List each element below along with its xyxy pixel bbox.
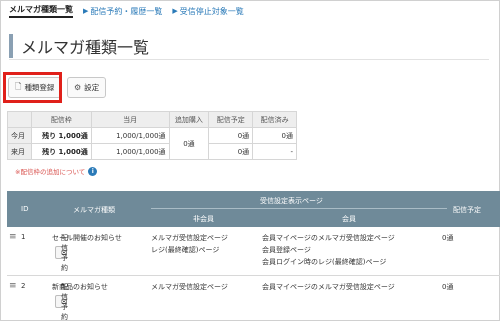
tab-label: 受信停止対象一覧 bbox=[179, 6, 244, 16]
schedule-send-label: 配信予約 bbox=[61, 282, 68, 321]
quota-remaining: 残り 1,000通 bbox=[42, 131, 88, 140]
page-header: メルマガ種類一覧 bbox=[9, 32, 489, 60]
highlight-box bbox=[3, 72, 62, 103]
non-member-page: メルマガ受信設定ページ bbox=[151, 234, 228, 242]
tab-delivery-history[interactable]: ▶ 配信予約・履歴一覧 bbox=[83, 6, 162, 17]
row-scheduled: 0通 bbox=[442, 234, 454, 242]
header-id: ID bbox=[21, 205, 29, 213]
arrow-right-icon: ▶ bbox=[172, 7, 178, 15]
table-row: ≡ 2 新商品のお知らせ ✉ 配信予約 メルマガ受信設定ページ 会員マイページの… bbox=[7, 276, 500, 321]
page-title: メルマガ種類一覧 bbox=[21, 37, 150, 57]
header-divider bbox=[151, 208, 447, 209]
quota-header-additional: 追加購入 bbox=[168, 111, 210, 128]
quota-table: 配信枠 当月 追加購入 配信予定 配信済み 今月 残り 1,000通 1,000… bbox=[7, 111, 297, 160]
header-type: メルマガ種類 bbox=[73, 206, 115, 214]
additional-quota-note[interactable]: ※配信枠の追加について i bbox=[15, 166, 98, 176]
quota-current: 1,000/1,000通 bbox=[90, 143, 170, 160]
quota-additional: 0通 bbox=[168, 127, 210, 160]
quota-sent: - bbox=[252, 143, 297, 160]
quota-row-label: 今月 bbox=[7, 127, 32, 144]
tab-label: メルマガ種類一覧 bbox=[9, 5, 73, 14]
quota-row: 来月 残り 1,000通 1,000/1,000通 0通 - bbox=[7, 143, 297, 160]
tab-unsubscribe-list[interactable]: ▶ 受信停止対象一覧 bbox=[172, 6, 243, 17]
arrow-right-icon: ▶ bbox=[83, 7, 89, 15]
settings-button[interactable]: ⚙ 設定 bbox=[67, 77, 107, 98]
quota-scheduled: 0通 bbox=[208, 127, 254, 144]
quota-header-current: 当月 bbox=[90, 111, 170, 128]
tab-bar: メルマガ種類一覧 ▶ 配信予約・履歴一覧 ▶ 受信停止対象一覧 bbox=[9, 4, 244, 18]
schedule-send-label: 配信予約 bbox=[61, 233, 68, 272]
header-settings-group: 受信設定表示ページ bbox=[260, 197, 323, 205]
settings-label: 設定 bbox=[84, 83, 100, 92]
header-member: 会員 bbox=[342, 215, 356, 223]
quota-header-empty bbox=[7, 111, 32, 128]
drag-handle-icon[interactable]: ≡ bbox=[9, 281, 17, 291]
quota-header-frame: 配信枠 bbox=[30, 111, 92, 128]
header-scheduled: 配信予定 bbox=[453, 206, 481, 214]
tab-label: 配信予約・履歴一覧 bbox=[90, 6, 163, 16]
note-text: ※配信枠の追加について bbox=[15, 168, 86, 176]
member-page: 会員ログイン時のレジ(最終確認)ページ bbox=[262, 258, 387, 266]
member-page: 会員マイページのメルマガ受信設定ページ bbox=[262, 234, 395, 242]
quota-header-scheduled: 配信予定 bbox=[208, 111, 254, 128]
header-non-member: 非会員 bbox=[193, 215, 214, 223]
quota-remaining: 残り 1,000通 bbox=[42, 147, 88, 156]
title-accent-bar bbox=[9, 33, 13, 58]
non-member-page: レジ(最終確認)ページ bbox=[151, 246, 220, 254]
magazine-type-grid: ID メルマガ種類 受信設定表示ページ 非会員 会員 配信予定 ≡ 1 セール開… bbox=[7, 191, 500, 321]
row-scheduled: 0通 bbox=[442, 283, 454, 291]
quota-header-sent: 配信済み bbox=[252, 111, 297, 128]
quota-sent: 0通 bbox=[252, 127, 297, 144]
schedule-send-button[interactable]: ✉ 配信予約 bbox=[55, 283, 68, 321]
tab-magazine-types[interactable]: メルマガ種類一覧 bbox=[9, 4, 73, 18]
gear-icon: ⚙ bbox=[74, 83, 82, 92]
member-page: 会員マイページのメルマガ受信設定ページ bbox=[262, 283, 395, 291]
table-row: ≡ 1 セール開催のお知らせ ✉ 配信予約 メルマガ受信設定ページ レジ(最終確… bbox=[7, 227, 500, 276]
row-id: 2 bbox=[21, 282, 26, 290]
quota-header-row: 配信枠 当月 追加購入 配信予定 配信済み bbox=[7, 111, 297, 128]
quota-row: 今月 残り 1,000通 1,000/1,000通 0通 0通 0通 bbox=[7, 127, 297, 160]
drag-handle-icon[interactable]: ≡ bbox=[9, 232, 17, 242]
schedule-send-button[interactable]: ✉ 配信予約 bbox=[55, 234, 68, 272]
member-page: 会員登録ページ bbox=[262, 246, 311, 254]
info-icon[interactable]: i bbox=[88, 166, 98, 176]
quota-scheduled: 0通 bbox=[208, 143, 254, 160]
non-member-page: メルマガ受信設定ページ bbox=[151, 283, 228, 291]
quota-current: 1,000/1,000通 bbox=[90, 127, 170, 144]
quota-row-label: 来月 bbox=[7, 143, 32, 160]
grid-header: ID メルマガ種類 受信設定表示ページ 非会員 会員 配信予定 bbox=[7, 191, 500, 227]
row-id: 1 bbox=[21, 233, 26, 241]
